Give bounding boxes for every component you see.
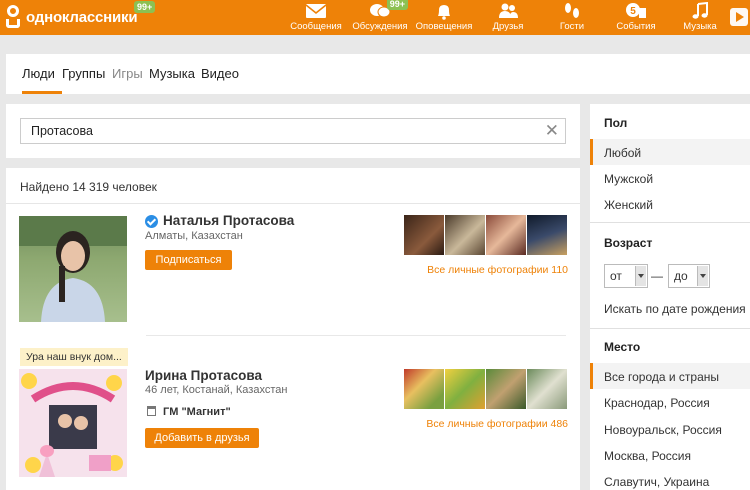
active-tab-indicator	[22, 91, 62, 94]
search-block: ✕	[6, 104, 580, 158]
tab-video[interactable]: Видео	[201, 66, 239, 81]
nav-friends[interactable]: Друзья	[476, 0, 540, 35]
nav-discussions[interactable]: 99+ Обсуждения	[348, 0, 412, 35]
top-bar: одноклассники 99+ Сообщения 99+ Обсужден…	[0, 0, 750, 35]
photo-thumbnail[interactable]	[445, 215, 485, 255]
age-to-select[interactable]: до	[668, 264, 710, 288]
place-filter-title: Место	[604, 340, 641, 354]
photo-thumbnail[interactable]	[486, 369, 526, 409]
photo-thumbnails	[404, 369, 567, 409]
place-option-krasnodar[interactable]: Краснодар, Россия	[604, 396, 710, 410]
logo-text: одноклассники	[26, 8, 138, 26]
avatar[interactable]	[19, 216, 127, 322]
search-box: ✕	[20, 118, 566, 144]
photo-thumbnail[interactable]	[404, 215, 444, 255]
nav-music[interactable]: Музыка	[668, 0, 732, 35]
search-results: Найдено 14 319 человек Наталья Протасова…	[6, 168, 580, 490]
all-photos-link[interactable]: Все личные фотографии 486	[404, 418, 568, 430]
place-option-moscow[interactable]: Москва, Россия	[604, 449, 691, 463]
tab-people[interactable]: Люди	[22, 66, 55, 81]
photo-thumbnails	[404, 215, 567, 255]
status-note[interactable]: Ура наш внук дом...	[20, 348, 128, 366]
photo-thumbnail[interactable]	[404, 369, 444, 409]
envelope-icon	[305, 4, 327, 18]
nav-events[interactable]: 5 События	[604, 0, 668, 35]
clear-search-icon[interactable]: ✕	[545, 122, 559, 140]
subscribe-button[interactable]: Подписаться	[145, 250, 232, 270]
photo-thumbnail[interactable]	[486, 215, 526, 255]
gender-option-female[interactable]: Женский	[604, 198, 653, 212]
nav-guests[interactable]: Гости	[540, 0, 604, 35]
gender-option-any[interactable]: Любой	[604, 146, 641, 160]
person-location: Алматы, Казахстан	[145, 230, 243, 242]
discussions-badge: 99+	[386, 0, 408, 10]
avatar[interactable]	[19, 369, 127, 477]
logo-badge: 99+	[134, 1, 156, 13]
person-age-location: 46 лет, Костанай, Казахстан	[145, 384, 288, 396]
nav-messages[interactable]: Сообщения	[284, 0, 348, 35]
search-category-tabs: Люди Группы Игры Музыка Видео	[6, 54, 750, 94]
nav-notifications[interactable]: Оповещения	[412, 0, 476, 35]
photo-thumbnail[interactable]	[527, 215, 567, 255]
music-note-icon	[692, 2, 708, 19]
gender-filter-title: Пол	[604, 116, 628, 130]
ok-logo-icon	[4, 5, 22, 29]
tab-groups[interactable]: Группы	[62, 66, 105, 81]
person-name[interactable]: Ирина Протасова	[145, 368, 262, 383]
age-filter-title: Возраст	[604, 236, 653, 250]
search-input[interactable]	[21, 119, 531, 143]
site-logo[interactable]: одноклассники 99+	[4, 1, 156, 30]
search-by-birthday-link[interactable]: Искать по дате рождения	[604, 302, 746, 316]
person-name[interactable]: Наталья Протасова	[163, 213, 294, 228]
play-icon[interactable]	[730, 8, 748, 26]
gender-option-male[interactable]: Мужской	[604, 172, 653, 186]
tab-music[interactable]: Музыка	[149, 66, 195, 81]
divider	[590, 328, 750, 329]
footprints-icon	[565, 3, 579, 18]
chevron-down-icon	[635, 266, 646, 286]
age-range-dash: —	[651, 269, 663, 283]
person-workplace[interactable]: ГМ "Магнит"	[163, 406, 231, 418]
divider	[590, 222, 750, 223]
friends-icon	[499, 3, 518, 18]
tab-games[interactable]: Игры	[112, 66, 143, 81]
chevron-down-icon	[697, 266, 708, 286]
svg-text:5: 5	[630, 6, 636, 17]
photo-thumbnail[interactable]	[445, 369, 485, 409]
events-icon: 5	[626, 3, 646, 18]
add-friend-button[interactable]: Добавить в друзья	[145, 428, 259, 448]
place-option-novouralsk[interactable]: Новоуральск, Россия	[604, 423, 722, 437]
work-icon	[147, 406, 156, 416]
photo-thumbnail[interactable]	[527, 369, 567, 409]
divider	[146, 335, 566, 336]
verified-badge-icon	[145, 215, 158, 228]
age-from-select[interactable]: от	[604, 264, 648, 288]
all-photos-link[interactable]: Все личные фотографии 110	[404, 264, 568, 276]
filters-panel: Пол Любой Мужской Женский Возраст от — д…	[590, 104, 750, 490]
results-count: Найдено 14 319 человек	[20, 180, 157, 194]
bell-icon	[438, 5, 450, 20]
place-option-all[interactable]: Все города и страны	[604, 370, 719, 384]
divider	[6, 203, 580, 204]
place-option-slavutich[interactable]: Славутич, Украина	[604, 475, 709, 489]
